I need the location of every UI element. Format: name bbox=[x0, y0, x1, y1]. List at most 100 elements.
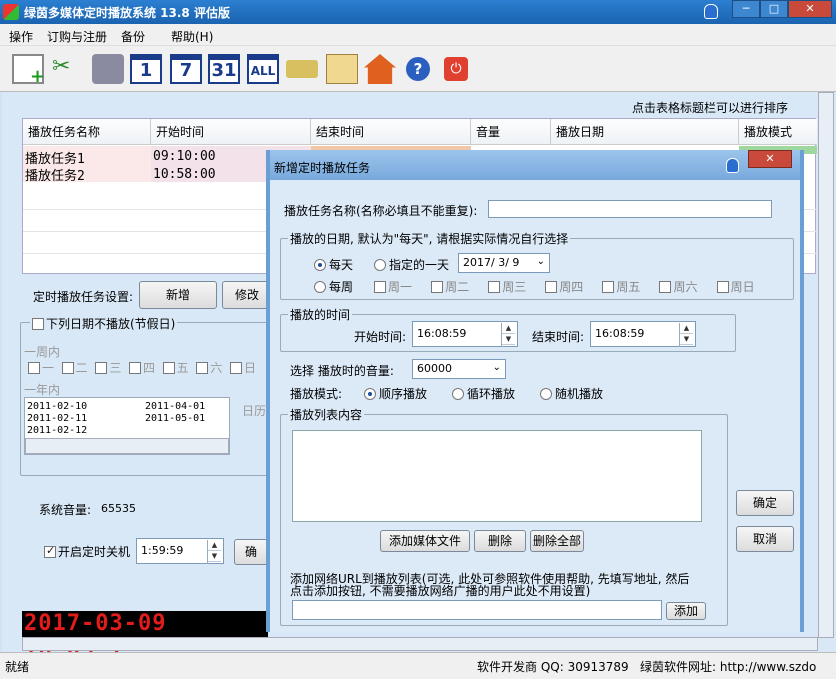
shutdown-row: 开启定时关机 bbox=[44, 543, 130, 560]
shutdown-checkbox[interactable] bbox=[44, 546, 56, 558]
end-time-field[interactable]: 16:08:59 ▲ ▼ bbox=[590, 321, 696, 347]
calendar-all-icon[interactable]: ALL bbox=[247, 54, 279, 84]
list-item[interactable]: 2011-02-10 bbox=[27, 401, 87, 412]
url-input[interactable] bbox=[292, 600, 662, 620]
mode-random-radio[interactable] bbox=[540, 388, 552, 400]
delete-button[interactable]: 删除 bbox=[474, 530, 526, 552]
specific-day-radio[interactable] bbox=[374, 259, 386, 271]
weekday-checkbox[interactable] bbox=[374, 281, 386, 293]
list-item[interactable]: 2011-05-01 bbox=[145, 413, 205, 424]
delete-all-button[interactable]: 删除全部 bbox=[530, 530, 584, 552]
date-list-hscrollbar[interactable] bbox=[25, 438, 229, 454]
ok-button[interactable]: 确定 bbox=[736, 490, 794, 516]
everyday-option[interactable]: 每天 bbox=[314, 256, 353, 273]
day-sun-checkbox[interactable] bbox=[229, 362, 242, 374]
col-header-end[interactable]: 结束时间 bbox=[311, 119, 471, 145]
weekday-checkbox[interactable] bbox=[659, 281, 672, 293]
col-header-start[interactable]: 开始时间 bbox=[151, 119, 311, 145]
chevron-down-icon[interactable]: ⌄ bbox=[537, 256, 545, 267]
day-wed-checkbox[interactable] bbox=[95, 362, 108, 374]
list-item[interactable]: 2011-02-11 bbox=[27, 413, 87, 424]
weekly-radio[interactable] bbox=[314, 281, 326, 293]
weekday-checkbox[interactable] bbox=[716, 281, 729, 293]
mode-sequential-radio[interactable] bbox=[364, 388, 376, 400]
start-time-field[interactable]: 16:08:59 ▲ ▼ bbox=[412, 321, 518, 347]
envelope-icon[interactable] bbox=[326, 54, 358, 84]
weekday-checkbox[interactable] bbox=[431, 281, 444, 293]
shutdown-time-field[interactable]: 1:59:59 ▲ ▼ bbox=[136, 538, 224, 564]
holiday-label[interactable]: 下列日期不播放(节假日) bbox=[30, 315, 178, 332]
weekday-label: 周二 bbox=[445, 280, 470, 294]
dialog-close-button[interactable]: ✕ bbox=[748, 150, 792, 168]
sort-hint: 点击表格标题栏可以进行排序 bbox=[632, 101, 789, 115]
add-url-button[interactable]: 添加 bbox=[666, 602, 706, 620]
mode-random[interactable]: 随机播放 bbox=[540, 385, 603, 402]
table-row-2-name[interactable]: 播放任务2 bbox=[25, 165, 85, 184]
start-time-spinner[interactable]: ▲ ▼ bbox=[501, 323, 515, 347]
calendar-day-icon[interactable]: 1 bbox=[130, 54, 162, 84]
bell-icon[interactable] bbox=[704, 4, 718, 19]
cancel-button[interactable]: 取消 bbox=[736, 526, 794, 552]
weekday-checkbox[interactable] bbox=[488, 281, 501, 293]
add-task-icon[interactable]: + bbox=[12, 54, 45, 86]
end-time-spinner[interactable]: ▲ ▼ bbox=[679, 323, 693, 347]
day-thu-checkbox[interactable] bbox=[128, 362, 141, 374]
power-icon[interactable]: ⏻ bbox=[444, 57, 468, 81]
task-name-input[interactable] bbox=[488, 200, 772, 218]
start-time-label: 开始时间: bbox=[354, 330, 407, 344]
help-icon[interactable]: ? bbox=[406, 57, 430, 81]
tools-icon[interactable] bbox=[92, 54, 124, 84]
minimize-button[interactable]: ─ bbox=[732, 0, 760, 18]
menu-help[interactable]: 帮助(H) bbox=[171, 28, 213, 45]
chevron-down-icon[interactable]: ⌄ bbox=[493, 362, 501, 373]
volume-select-value: 60000 bbox=[417, 362, 452, 375]
day-mon-checkbox[interactable] bbox=[28, 362, 40, 374]
weekly-row: 每周 bbox=[314, 278, 353, 295]
calendar-month-icon[interactable]: 31 bbox=[208, 54, 240, 84]
day-tue-checkbox[interactable] bbox=[61, 362, 74, 374]
edit-task-button[interactable]: 修改 bbox=[222, 281, 272, 309]
list-item[interactable]: 2011-02-12 bbox=[27, 425, 87, 436]
time-spinner[interactable]: ▲ ▼ bbox=[207, 540, 221, 564]
day-sat-label: 六 bbox=[210, 361, 223, 375]
bell-icon[interactable] bbox=[726, 158, 739, 173]
mode-loop[interactable]: 循环播放 bbox=[452, 385, 515, 402]
schedule-label: 定时播放任务设置: bbox=[33, 290, 134, 304]
mode-sequential[interactable]: 顺序播放 bbox=[364, 385, 427, 402]
menu-backup[interactable]: 备份 bbox=[121, 28, 145, 45]
main-hscrollbar[interactable] bbox=[22, 637, 818, 651]
calendar-week-icon[interactable]: 7 bbox=[170, 54, 202, 84]
col-header-name[interactable]: 播放任务名称 bbox=[23, 119, 151, 145]
shutdown-confirm-button[interactable]: 确 bbox=[234, 539, 268, 565]
day-fri-checkbox[interactable] bbox=[162, 362, 175, 374]
col-header-volume[interactable]: 音量 bbox=[471, 119, 551, 145]
scissors-icon[interactable]: ✂ bbox=[52, 54, 84, 84]
holiday-checkbox[interactable] bbox=[32, 318, 44, 330]
new-task-dialog: 新增定时播放任务 ✕ 播放任务名称(名称必填且不能重复): 播放的日期, 默认为… bbox=[266, 150, 804, 632]
maximize-button[interactable]: □ bbox=[760, 0, 788, 18]
list-item[interactable]: 2011-04-01 bbox=[145, 401, 205, 412]
col-header-mode[interactable]: 播放模式 bbox=[739, 119, 817, 145]
table-row-2-start[interactable]: 10:58:00 bbox=[153, 167, 216, 182]
money-icon[interactable] bbox=[286, 60, 318, 78]
mode-loop-radio[interactable] bbox=[452, 388, 464, 400]
playlist-box[interactable] bbox=[292, 430, 702, 522]
weekday-checkbox[interactable] bbox=[602, 281, 615, 293]
menu-order[interactable]: 订购与注册 bbox=[47, 28, 107, 45]
new-task-button[interactable]: 新增 bbox=[139, 281, 217, 309]
day-sat-checkbox[interactable] bbox=[196, 362, 209, 374]
holiday-date-list[interactable]: 2011-02-10 2011-02-11 2011-02-12 2011-04… bbox=[24, 397, 230, 455]
col-header-date[interactable]: 播放日期 bbox=[551, 119, 739, 145]
table-row-1-start[interactable]: 09:10:00 bbox=[153, 149, 216, 164]
menu-operate[interactable]: 操作 bbox=[9, 28, 33, 45]
specific-day-option[interactable]: 指定的一天 bbox=[374, 256, 449, 273]
add-media-button[interactable]: 添加媒体文件 bbox=[380, 530, 470, 552]
close-button[interactable]: ✕ bbox=[788, 0, 832, 18]
weekday-label: 周一 bbox=[388, 280, 413, 294]
date-picker[interactable]: 2017/ 3/ 9 ⌄ bbox=[458, 253, 550, 273]
main-vscrollbar[interactable] bbox=[818, 92, 834, 638]
home-icon[interactable] bbox=[364, 54, 396, 84]
weekday-checkbox[interactable] bbox=[545, 281, 558, 293]
volume-select[interactable]: 60000 ⌄ bbox=[412, 359, 506, 379]
everyday-radio[interactable] bbox=[314, 259, 326, 271]
